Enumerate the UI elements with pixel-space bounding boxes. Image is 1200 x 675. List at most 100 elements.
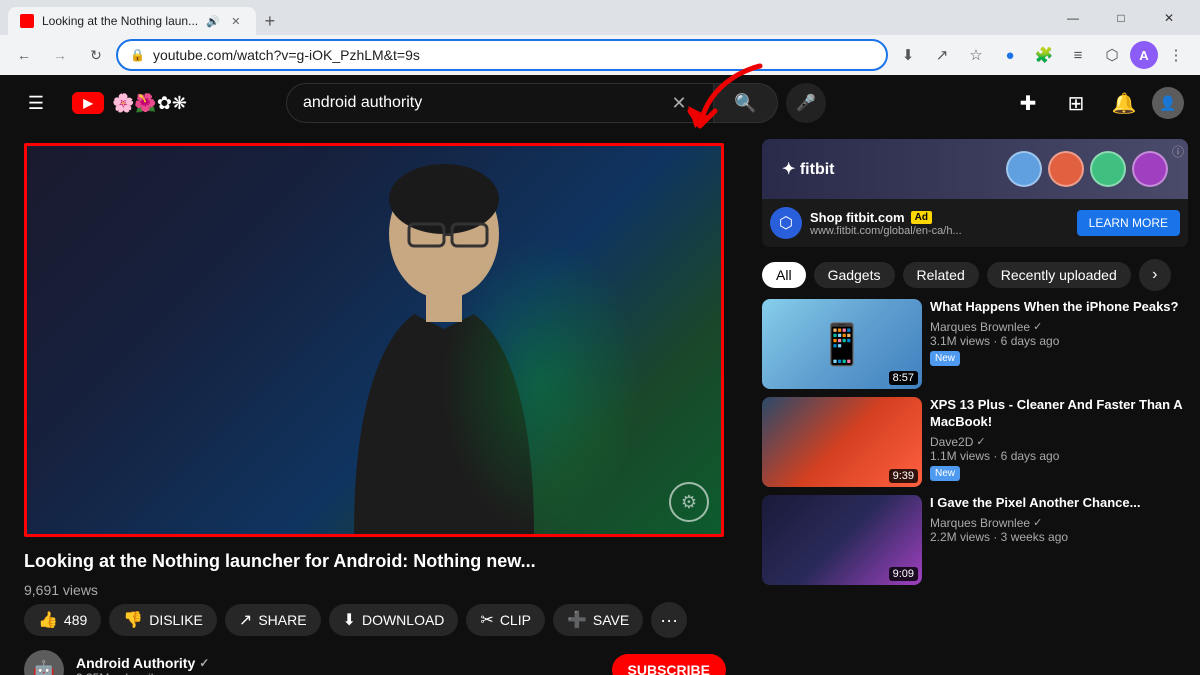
search-clear-btn[interactable]: ✕ xyxy=(661,85,697,121)
filter-gadgets-btn[interactable]: Gadgets xyxy=(814,262,895,288)
rec-duration-0: 8:57 xyxy=(889,371,918,385)
rec-new-badge-0: New xyxy=(930,351,960,366)
search-input[interactable] xyxy=(303,94,653,112)
yt-logo-emojis: 🌸🌺✿❋ xyxy=(112,93,187,114)
rec-thumb-1: 9:39 xyxy=(762,397,922,487)
ad-info-row: ⬡ Shop fitbit.com Ad www.fitbit.com/glob… xyxy=(762,199,1188,247)
channel-name: Android Authority ✓ xyxy=(76,655,600,671)
profile-menu-btn[interactable]: ≡ xyxy=(1062,39,1094,71)
channel-avatar[interactable]: 🤖 xyxy=(24,650,64,675)
download-icon: ⬇ xyxy=(343,610,356,630)
save-label: SAVE xyxy=(593,612,629,628)
share-btn[interactable]: ↗ SHARE xyxy=(225,604,321,636)
active-tab[interactable]: Looking at the Nothing laun... 🔊 ✕ xyxy=(8,7,256,35)
toolbar-icons: ⬇ ↗ ☆ ● 🧩 ≡ ⬡ A ⋮ xyxy=(892,39,1192,71)
video-meta: 9,691 views xyxy=(24,582,726,598)
rec-meta-1: 1.1M views · 6 days ago xyxy=(930,449,1188,463)
rec-info-0: What Happens When the iPhone Peaks? Marq… xyxy=(930,299,1188,389)
channel-subs: 3.35M subscribers xyxy=(76,671,600,675)
lock-icon: 🔒 xyxy=(130,48,145,62)
window-controls: — □ ✕ xyxy=(1050,0,1192,35)
yt-logo-icon: ▶ xyxy=(72,92,104,114)
rec-video-0[interactable]: 8:57 📱 8:57 What Happens When the iPhone… xyxy=(762,299,1188,389)
video-actions: 👍 489 👎 DISLIKE ↗ SHARE ⬇ DOWNLOAD ✂ xyxy=(24,602,726,638)
filter-row: All Gadgets Related Recently uploaded › xyxy=(762,259,1188,291)
ad-info-icon[interactable]: ⓘ xyxy=(1172,143,1184,160)
forward-btn[interactable]: → xyxy=(44,39,76,71)
bookmark-btn[interactable]: ☆ xyxy=(960,39,992,71)
share-btn[interactable]: ↗ xyxy=(926,39,958,71)
refresh-btn[interactable]: ↻ xyxy=(80,39,112,71)
fitbit-logo: ✦ fitbit xyxy=(782,159,835,179)
search-submit-btn[interactable]: 🔍 xyxy=(714,83,778,123)
dislike-btn[interactable]: 👎 DISLIKE xyxy=(109,604,217,636)
rec-title-1: XPS 13 Plus - Cleaner And Faster Than A … xyxy=(930,397,1188,431)
more-options-btn[interactable]: ··· xyxy=(651,602,687,638)
rec-info-1: XPS 13 Plus - Cleaner And Faster Than A … xyxy=(930,397,1188,487)
channel-info: Android Authority ✓ 3.35M subscribers xyxy=(76,655,600,675)
yt-main: ⚙ Looking at the Nothing launcher for An… xyxy=(0,131,1200,675)
new-tab-btn[interactable]: + xyxy=(256,7,284,35)
like-icon: 👍 xyxy=(38,610,58,630)
address-text: youtube.com/watch?v=g-iOK_PzhLM&t=9s xyxy=(153,47,874,63)
video-section: ⚙ Looking at the Nothing launcher for An… xyxy=(0,131,750,675)
clip-label: CLIP xyxy=(500,612,531,628)
rec-info-2: I Gave the Pixel Another Chance... Marqu… xyxy=(930,495,1188,585)
subscribe-btn[interactable]: SUBSCRIBE xyxy=(612,654,726,675)
cast-btn[interactable]: ⬡ xyxy=(1096,39,1128,71)
like-btn[interactable]: 👍 489 xyxy=(24,604,101,636)
ad-url: www.fitbit.com/global/en-ca/h... xyxy=(810,225,1069,237)
tab-close-btn[interactable]: ✕ xyxy=(228,13,244,29)
rec-video-1[interactable]: 9:39 XPS 13 Plus - Cleaner And Faster Th… xyxy=(762,397,1188,487)
address-input-wrap[interactable]: 🔒 youtube.com/watch?v=g-iOK_PzhLM&t=9s xyxy=(116,39,888,71)
profile-avatar[interactable]: A xyxy=(1130,41,1158,69)
extension-btn[interactable]: ● xyxy=(994,39,1026,71)
filter-related-btn[interactable]: Related xyxy=(903,262,979,288)
close-btn[interactable]: ✕ xyxy=(1146,0,1192,35)
video-thumbnail xyxy=(27,146,721,534)
yt-logo[interactable]: ▶ 🌸🌺✿❋ xyxy=(72,92,187,114)
apps-btn[interactable]: ⊞ xyxy=(1056,83,1096,123)
channel-row: 🤖 Android Authority ✓ 3.35M subscribers … xyxy=(24,650,726,675)
rec-new-badge-1: New xyxy=(930,466,960,481)
ad-title: Shop fitbit.com xyxy=(810,210,905,225)
video-player[interactable]: ⚙ xyxy=(24,143,724,537)
view-count: 9,691 views xyxy=(24,582,98,598)
filter-arrow-btn[interactable]: › xyxy=(1139,259,1171,291)
yt-menu-btn[interactable]: ☰ xyxy=(16,83,56,123)
learn-more-btn[interactable]: LEARN MORE xyxy=(1077,210,1180,236)
yt-header-right: ✚ ⊞ 🔔 👤 xyxy=(1008,83,1184,123)
rec-title-2: I Gave the Pixel Another Chance... xyxy=(930,495,1188,512)
filter-recently-btn[interactable]: Recently uploaded xyxy=(987,262,1131,288)
maximize-btn[interactable]: □ xyxy=(1098,0,1144,35)
rec-video-2[interactable]: 9:09 I Gave the Pixel Another Chance... … xyxy=(762,495,1188,585)
filter-all-btn[interactable]: All xyxy=(762,262,806,288)
user-avatar[interactable]: 👤 xyxy=(1152,87,1184,119)
device-2 xyxy=(1048,151,1084,187)
download-page-btn[interactable]: ⬇ xyxy=(892,39,924,71)
notifications-btn[interactable]: 🔔 xyxy=(1104,83,1144,123)
minimize-btn[interactable]: — xyxy=(1050,0,1096,35)
ad-banner: ⓘ ✦ fitbit ⬡ Shop xyxy=(762,139,1188,247)
save-btn[interactable]: ➕ SAVE xyxy=(553,604,643,636)
youtube-app: ☰ ▶ 🌸🌺✿❋ ✕ 🔍 🎤 ✚ ⊞ 🔔 👤 xyxy=(0,75,1200,675)
download-btn[interactable]: ⬇ DOWNLOAD xyxy=(329,604,459,636)
clip-btn[interactable]: ✂ CLIP xyxy=(466,604,545,636)
verified-badge: ✓ xyxy=(199,656,209,670)
rec-channel-2: Marques Brownlee ✓ xyxy=(930,516,1188,530)
voice-search-btn[interactable]: 🎤 xyxy=(786,83,826,123)
device-1 xyxy=(1006,151,1042,187)
rec-meta-2: 2.2M views · 3 weeks ago xyxy=(930,530,1188,544)
yt-search-bar[interactable]: ✕ xyxy=(286,83,714,123)
download-label: DOWNLOAD xyxy=(362,612,444,628)
recommendations-list: 8:57 📱 8:57 What Happens When the iPhone… xyxy=(762,299,1188,585)
clip-icon: ✂ xyxy=(480,610,493,630)
rec-duration-2: 9:09 xyxy=(889,567,918,581)
fitbit-devices xyxy=(1006,151,1168,187)
create-btn[interactable]: ✚ xyxy=(1008,83,1048,123)
yt-header: ☰ ▶ 🌸🌺✿❋ ✕ 🔍 🎤 ✚ ⊞ 🔔 👤 xyxy=(0,75,1200,131)
back-btn[interactable]: ← xyxy=(8,39,40,71)
browser-titlebar: Looking at the Nothing laun... 🔊 ✕ + — □… xyxy=(0,0,1200,35)
chrome-menu-btn[interactable]: ⋮ xyxy=(1160,39,1192,71)
puzzle-btn[interactable]: 🧩 xyxy=(1028,39,1060,71)
